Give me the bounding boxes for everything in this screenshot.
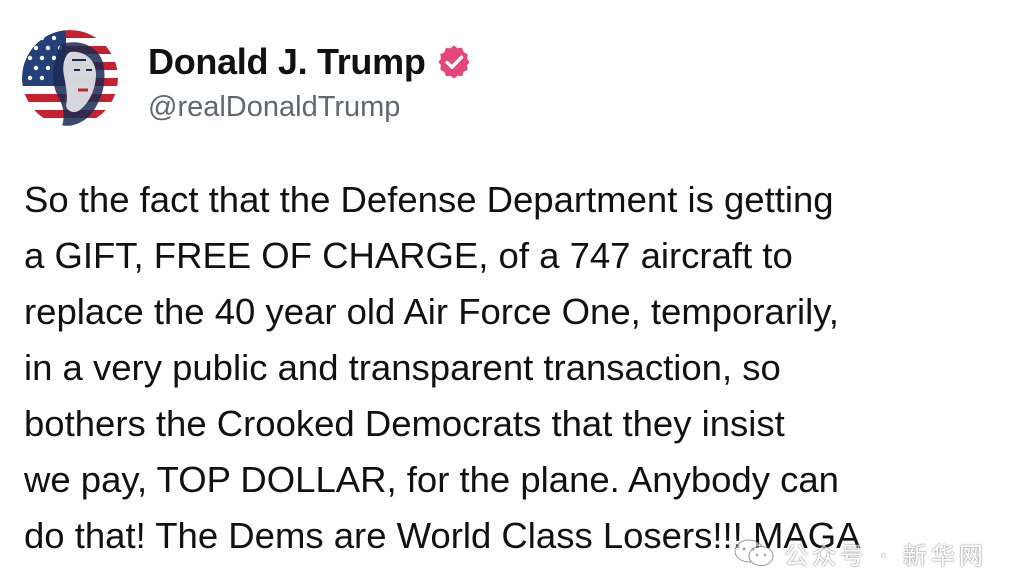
post-line: bothers the Crooked Democrats that they … bbox=[24, 403, 785, 444]
post-body: So the fact that the Defense Department … bbox=[24, 172, 1014, 564]
post-line: a GIFT, FREE OF CHARGE, of a 747 aircraf… bbox=[24, 235, 793, 276]
watermark-text: 公众号 · 新华网 bbox=[784, 541, 987, 570]
post-line: replace the 40 year old Air Force One, t… bbox=[24, 291, 839, 332]
post-line: we pay, TOP DOLLAR, for the plane. Anybo… bbox=[24, 459, 839, 500]
watermark: 公众号 · 新华网 bbox=[732, 533, 987, 573]
post-line: So the fact that the Defense Department … bbox=[24, 179, 834, 220]
post-line: in a very public and transparent transac… bbox=[24, 347, 781, 388]
verified-badge-icon bbox=[437, 45, 470, 79]
avatar[interactable] bbox=[22, 30, 118, 126]
wechat-official-account-icon bbox=[734, 539, 774, 566]
social-post: Donald J. Trump @realDonaldTrump So the … bbox=[0, 0, 1019, 588]
author-handle[interactable]: @realDonaldTrump bbox=[148, 89, 400, 125]
author-display-name[interactable]: Donald J. Trump bbox=[148, 40, 426, 84]
flag-portrait-icon bbox=[22, 30, 118, 126]
author-name-row: Donald J. Trump bbox=[148, 40, 472, 84]
